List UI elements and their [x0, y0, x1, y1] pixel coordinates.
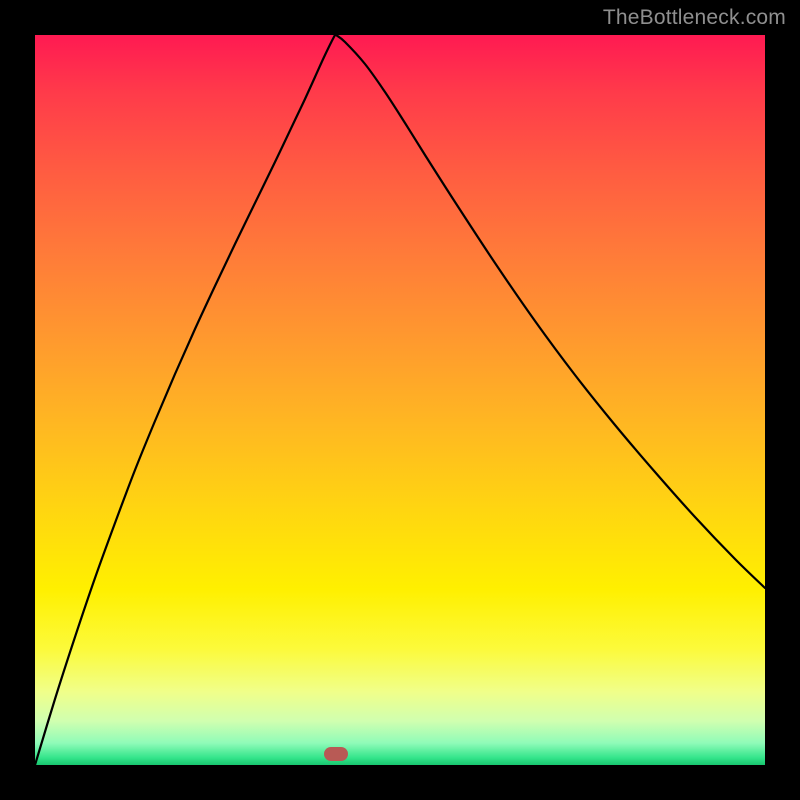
plot-area	[35, 35, 765, 765]
watermark-label: TheBottleneck.com	[603, 6, 786, 30]
bottleneck-curve	[35, 35, 765, 765]
chart-frame: TheBottleneck.com	[0, 0, 800, 800]
optimal-point-marker	[324, 747, 348, 761]
curve-svg	[35, 35, 765, 765]
